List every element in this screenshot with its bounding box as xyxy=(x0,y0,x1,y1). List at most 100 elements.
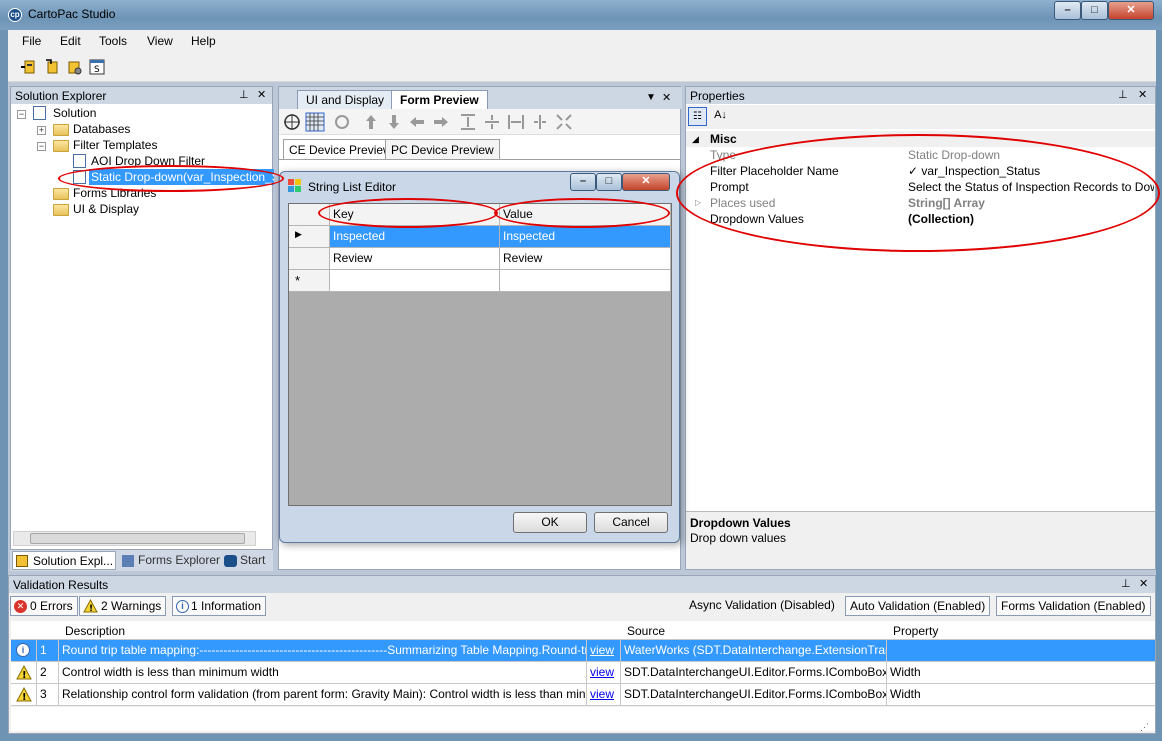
tab-form-preview[interactable]: Form Preview xyxy=(391,90,488,109)
crosshair-icon[interactable] xyxy=(283,113,301,131)
settings-icon[interactable] xyxy=(65,58,83,76)
property-row[interactable]: ▷ Places used String[] Array xyxy=(686,195,1155,211)
folder-icon xyxy=(53,204,69,216)
align-top-icon[interactable] xyxy=(459,113,477,131)
tree-item-ui-display[interactable]: UI & Display xyxy=(73,201,139,217)
key-cell[interactable]: Review xyxy=(330,248,500,270)
close-icon[interactable]: ✕ xyxy=(1139,577,1148,590)
close-icon[interactable]: ✕ xyxy=(662,91,671,104)
close-icon[interactable]: ✕ xyxy=(257,88,266,101)
connect-icon[interactable] xyxy=(20,58,38,76)
property-name: Places used xyxy=(710,196,776,210)
dialog-close-button[interactable]: ✕ xyxy=(622,173,670,191)
close-button[interactable]: ✕ xyxy=(1108,1,1154,20)
arrow-left-icon[interactable] xyxy=(408,114,426,130)
collapse-icon[interactable]: ◢ xyxy=(692,131,699,147)
pin-icon[interactable]: ⊥ xyxy=(239,88,249,101)
menu-help[interactable]: Help xyxy=(191,34,216,48)
column-value[interactable]: Value xyxy=(500,204,671,226)
dialog-minimize-button[interactable]: – xyxy=(570,173,596,191)
property-row[interactable]: Dropdown Values (Collection) xyxy=(686,211,1155,227)
publish-icon[interactable] xyxy=(43,58,61,76)
warning-icon: ! xyxy=(16,687,32,702)
forms-validation-button[interactable]: Forms Validation (Enabled) xyxy=(996,596,1151,616)
expander-icon[interactable]: − xyxy=(17,110,26,119)
tab-ce-device-preview[interactable]: CE Device Preview xyxy=(283,139,398,159)
dialog-maximize-button[interactable]: □ xyxy=(596,173,622,191)
arrow-up-icon[interactable] xyxy=(363,113,379,131)
forms-explorer-icon xyxy=(122,555,134,567)
tab-ui-and-display[interactable]: UI and Display xyxy=(297,90,394,109)
expand-icon[interactable]: ▷ xyxy=(695,195,701,211)
menu-file[interactable]: File xyxy=(22,34,41,48)
script-icon[interactable]: S xyxy=(88,58,106,76)
menu-tools[interactable]: Tools xyxy=(99,34,127,48)
align-width-icon[interactable] xyxy=(507,113,525,131)
grid-icon[interactable] xyxy=(305,112,325,132)
new-key-cell[interactable] xyxy=(330,270,500,292)
refresh-icon[interactable] xyxy=(333,113,351,131)
scrollbar-thumb[interactable] xyxy=(30,533,245,544)
align-center-icon[interactable] xyxy=(531,113,549,131)
menu-view[interactable]: View xyxy=(147,34,173,48)
tree-item-databases[interactable]: Databases xyxy=(73,121,130,137)
value-cell[interactable]: Review xyxy=(500,248,671,270)
menu-bar: File Edit Tools View Help xyxy=(8,30,1156,52)
arrow-right-icon[interactable] xyxy=(432,114,450,130)
expander-icon[interactable]: − xyxy=(37,142,46,151)
pin-icon[interactable]: ⊥ xyxy=(1121,577,1131,590)
property-row[interactable]: Type Static Drop-down xyxy=(686,147,1155,163)
ok-button[interactable]: OK xyxy=(513,512,587,533)
current-row-indicator[interactable]: ▶ xyxy=(289,226,330,248)
warnings-filter-button[interactable]: ! 2 Warnings xyxy=(79,596,167,616)
pin-icon[interactable]: ⊥ xyxy=(1118,88,1128,101)
table-row[interactable]: ! 3 Relationship control form validation… xyxy=(11,684,1155,706)
auto-validation-button[interactable]: Auto Validation (Enabled) xyxy=(845,596,991,616)
preview-toolbar xyxy=(279,109,680,135)
resize-grip-icon[interactable]: ⋰ xyxy=(1140,722,1149,733)
new-row-indicator[interactable]: * xyxy=(289,270,330,292)
value-cell[interactable]: Inspected xyxy=(500,226,671,248)
sort-alpha-icon[interactable]: A↓ xyxy=(711,107,730,126)
view-link[interactable]: view xyxy=(590,643,614,657)
tree-item-filter-templates[interactable]: Filter Templates xyxy=(73,137,157,153)
property-row[interactable]: Filter Placeholder Name ✓ var_Inspection… xyxy=(686,163,1155,179)
close-icon[interactable]: ✕ xyxy=(1138,88,1147,101)
errors-filter-button[interactable]: ✕ 0 Errors xyxy=(10,596,78,616)
view-link[interactable]: view xyxy=(590,665,614,679)
row-icon-cell: ! xyxy=(11,684,37,705)
document-tabs: UI and Display Form Preview ▼ ✕ xyxy=(279,87,682,109)
new-value-cell[interactable] xyxy=(500,270,671,292)
row-header[interactable] xyxy=(289,248,330,270)
expander-icon[interactable]: + xyxy=(37,126,46,135)
category-misc[interactable]: ◢ Misc xyxy=(686,131,1155,147)
tree-item-aoi-filter[interactable]: AOI Drop Down Filter xyxy=(91,153,205,169)
table-row[interactable]: ! 2 Control width is less than minimum w… xyxy=(11,662,1155,684)
column-description[interactable]: Description xyxy=(61,622,129,640)
chevron-down-icon[interactable]: ▼ xyxy=(646,92,656,103)
table-row[interactable]: i 1 Round trip table mapping:-----------… xyxy=(11,640,1155,662)
property-row[interactable]: Prompt Select the Status of Inspection R… xyxy=(686,179,1155,195)
tree-item-static-dropdown[interactable]: Static Drop-down(var_Inspection_Stat xyxy=(89,169,274,185)
key-cell[interactable]: Inspected xyxy=(330,226,500,248)
horizontal-scrollbar[interactable] xyxy=(13,531,256,546)
tab-pc-device-preview[interactable]: PC Device Preview xyxy=(385,139,500,159)
minimize-button[interactable]: – xyxy=(1054,1,1081,20)
tab-forms-explorer[interactable]: Forms Explorer xyxy=(122,553,220,567)
grid-header xyxy=(11,621,1155,640)
cancel-button[interactable]: Cancel xyxy=(594,512,668,533)
menu-edit[interactable]: Edit xyxy=(60,34,81,48)
column-source[interactable]: Source xyxy=(623,622,669,640)
categorized-icon[interactable]: ☷ xyxy=(688,107,707,126)
row-property: Width xyxy=(890,665,921,679)
fit-icon[interactable] xyxy=(555,113,573,131)
view-link[interactable]: view xyxy=(590,687,614,701)
tree-item-forms-libraries[interactable]: Forms Libraries xyxy=(73,185,156,201)
tree-item-solution[interactable]: Solution xyxy=(53,105,96,121)
arrow-down-icon[interactable] xyxy=(386,113,402,131)
column-property[interactable]: Property xyxy=(889,622,942,640)
info-filter-button[interactable]: i 1 Information xyxy=(172,596,267,616)
align-middle-icon[interactable] xyxy=(483,113,501,131)
maximize-button[interactable]: □ xyxy=(1081,1,1108,20)
column-key[interactable]: Key xyxy=(330,204,500,226)
